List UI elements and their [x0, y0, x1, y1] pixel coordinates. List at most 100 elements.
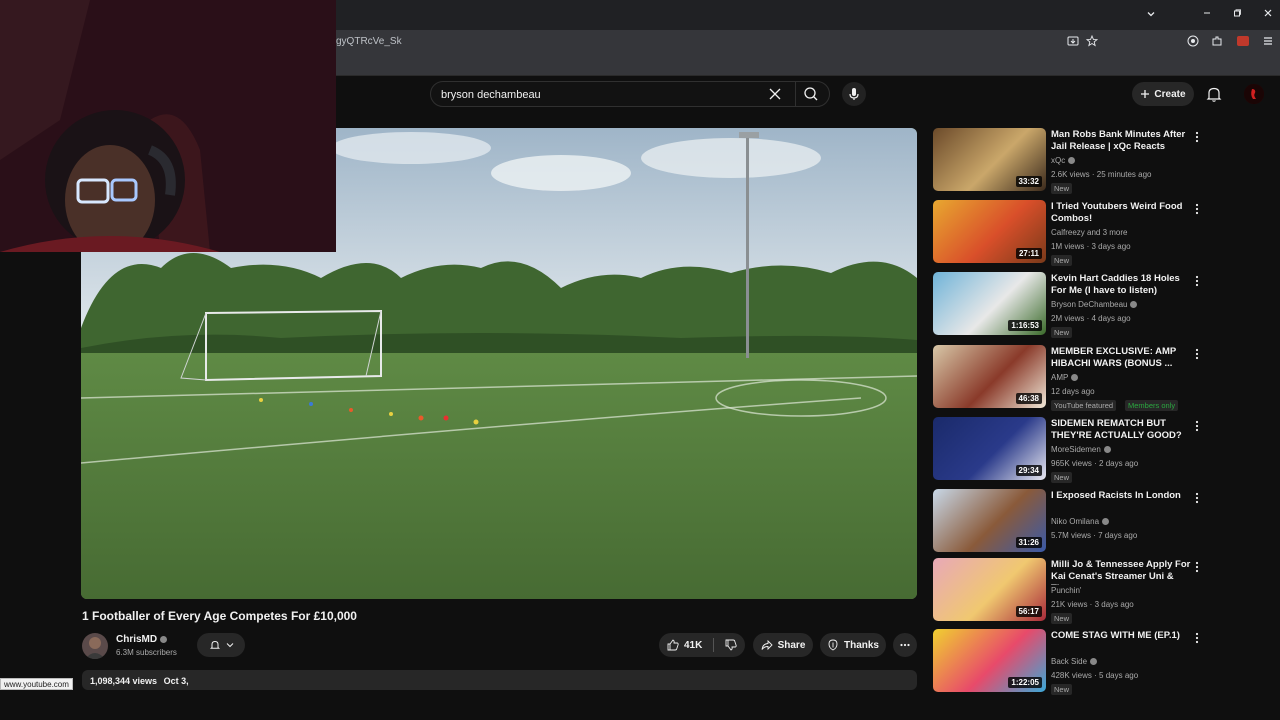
- recommendation-item[interactable]: 27:11 I Tried Youtubers Weird Food Combos…: [933, 200, 1213, 266]
- mic-icon[interactable]: [842, 82, 866, 106]
- recommendation-channel[interactable]: Niko Omilana: [1051, 517, 1110, 526]
- recommendation-badge: New: [1051, 684, 1073, 695]
- video-duration: 27:11: [1015, 248, 1042, 259]
- search-input[interactable]: [441, 87, 761, 103]
- video-thumbnail[interactable]: 1:16:53: [933, 272, 1046, 335]
- recommendation-channel[interactable]: xQc: [1051, 156, 1076, 165]
- share-label: Share: [777, 639, 806, 651]
- kebab-icon[interactable]: [1191, 202, 1203, 216]
- status-bar-url: www.youtube.com: [0, 678, 73, 690]
- kebab-icon[interactable]: [1191, 560, 1203, 574]
- video-duration: 1:22:05: [1008, 677, 1042, 688]
- minimize-icon[interactable]: [1197, 5, 1217, 23]
- video-thumbnail[interactable]: 46:38: [933, 345, 1046, 408]
- video-duration: 56:17: [1015, 606, 1042, 617]
- recommendation-channel[interactable]: Bryson DeChambeau: [1051, 300, 1138, 309]
- webcam-overlay: [0, 0, 336, 252]
- verified-icon: [1071, 374, 1079, 382]
- extensions-icon[interactable]: [1207, 34, 1227, 52]
- verified-icon: [1068, 157, 1076, 165]
- recommendation-title[interactable]: Milli Jo & Tennessee Apply For Kai Cenat…: [1051, 559, 1191, 585]
- video-thumbnail[interactable]: 29:34: [933, 417, 1046, 480]
- video-duration: 31:26: [1015, 537, 1042, 548]
- recommendation-title[interactable]: I Exposed Racists In London: [1051, 490, 1191, 502]
- video-thumbnail[interactable]: 27:11: [933, 200, 1046, 263]
- recommendation-item[interactable]: 1:16:53 Kevin Hart Caddies 18 Holes For M…: [933, 272, 1213, 338]
- recommendation-badge: YouTube featured: [1051, 400, 1117, 411]
- search-box[interactable]: [430, 81, 830, 107]
- extension-badge-icon[interactable]: [1233, 34, 1253, 52]
- recommendation-channel-name[interactable]: MoreSidemen: [1051, 445, 1101, 454]
- bookmark-star-icon[interactable]: [1082, 34, 1102, 52]
- bell-icon[interactable]: [1204, 84, 1224, 104]
- address-bar-url[interactable]: gyQTRcVe_Sk: [336, 36, 402, 47]
- close-window-icon[interactable]: [1258, 5, 1278, 23]
- video-duration: 46:38: [1015, 393, 1042, 404]
- bell-icon: [209, 640, 220, 649]
- close-icon[interactable]: [766, 85, 784, 103]
- recommendation-channel-name[interactable]: Niko Omilana: [1051, 517, 1099, 526]
- recommendation-channel-name[interactable]: xQc: [1051, 156, 1065, 165]
- recommendation-channel[interactable]: Calfreezy and 3 more: [1051, 228, 1127, 237]
- video-thumbnail[interactable]: 56:17: [933, 558, 1046, 621]
- search-icon[interactable]: [801, 85, 821, 103]
- recommendation-title[interactable]: COME STAG WITH ME (EP.1): [1051, 630, 1191, 642]
- kebab-icon[interactable]: [1191, 130, 1203, 144]
- more-actions-button[interactable]: [893, 633, 917, 657]
- subscribe-notifications-button[interactable]: [197, 633, 245, 657]
- recommendation-title[interactable]: Kevin Hart Caddies 18 Holes For Me (I ha…: [1051, 273, 1191, 297]
- recommendation-badge: New: [1051, 613, 1073, 624]
- like-count[interactable]: 41K: [684, 640, 702, 651]
- recommendation-views: 21K views · 3 days ago: [1051, 600, 1134, 609]
- share-button[interactable]: Share: [753, 633, 813, 657]
- channel-name[interactable]: ChrisMD: [116, 634, 168, 645]
- recommendation-item[interactable]: 29:34 SIDEMEN REMATCH BUT THEY'RE ACTUALL…: [933, 417, 1213, 483]
- recommendation-channel[interactable]: Back Side: [1051, 657, 1098, 666]
- video-thumbnail[interactable]: 33:32: [933, 128, 1046, 191]
- thumbs-down-icon[interactable]: [725, 639, 737, 651]
- recommendation-title[interactable]: I Tried Youtubers Weird Food Combos!: [1051, 201, 1191, 225]
- recommendation-channel[interactable]: AMP: [1051, 373, 1079, 382]
- recommendation-views: 12 days ago: [1051, 387, 1095, 396]
- kebab-icon[interactable]: [1191, 347, 1203, 361]
- profile-sync-icon[interactable]: [1183, 34, 1203, 52]
- kebab-icon[interactable]: [1191, 491, 1203, 505]
- tab-search-chevron-icon[interactable]: [1141, 6, 1161, 24]
- recommendation-channel-name[interactable]: AMP: [1051, 373, 1068, 382]
- video-thumbnail[interactable]: 1:22:05: [933, 629, 1046, 692]
- user-avatar[interactable]: [1244, 84, 1264, 104]
- chevron-down-icon: [226, 643, 233, 648]
- browser-menu-icon[interactable]: [1258, 34, 1278, 52]
- install-app-icon[interactable]: [1063, 34, 1083, 52]
- recommendation-title[interactable]: SIDEMEN REMATCH BUT THEY'RE ACTUALLY GOO…: [1051, 418, 1191, 442]
- recommendation-badge: New: [1051, 183, 1073, 194]
- restore-icon[interactable]: [1227, 5, 1247, 23]
- create-button[interactable]: Create: [1132, 82, 1194, 106]
- recommendation-channel-name[interactable]: Punchin': [1051, 586, 1081, 595]
- thanks-button[interactable]: Thanks: [820, 633, 886, 657]
- recommendation-channel[interactable]: MoreSidemen: [1051, 445, 1111, 454]
- recommendation-item[interactable]: 31:26 I Exposed Racists In London Niko Omi…: [933, 489, 1213, 555]
- recommendation-item[interactable]: 1:22:05 COME STAG WITH ME (EP.1) Back Side…: [933, 629, 1213, 695]
- recommendation-item[interactable]: 46:38 MEMBER EXCLUSIVE: AMP HIBACHI WARS …: [933, 345, 1213, 411]
- channel-avatar[interactable]: [82, 633, 108, 659]
- recommendation-item[interactable]: 33:32 Man Robs Bank Minutes After Jail Re…: [933, 128, 1213, 194]
- description-box[interactable]: 1,098,344 views Oct 3,: [82, 670, 917, 690]
- thanks-label: Thanks: [843, 639, 879, 651]
- recommendation-channel-name[interactable]: Bryson DeChambeau: [1051, 300, 1127, 309]
- recommendation-title[interactable]: MEMBER EXCLUSIVE: AMP HIBACHI WARS (BONU…: [1051, 346, 1191, 370]
- video-thumbnail[interactable]: 31:26: [933, 489, 1046, 552]
- thumbs-up-icon[interactable]: [667, 639, 679, 651]
- kebab-icon[interactable]: [1191, 419, 1203, 433]
- recommendation-title[interactable]: Man Robs Bank Minutes After Jail Release…: [1051, 129, 1191, 153]
- recommendation-channel[interactable]: Punchin': [1051, 586, 1081, 595]
- video-duration: 29:34: [1015, 465, 1042, 476]
- kebab-icon[interactable]: [1191, 274, 1203, 288]
- kebab-icon[interactable]: [1191, 631, 1203, 645]
- channel-name-text[interactable]: ChrisMD: [116, 634, 157, 645]
- recommendation-channel-name[interactable]: Back Side: [1051, 657, 1087, 666]
- recommendation-item[interactable]: 56:17 Milli Jo & Tennessee Apply For Kai …: [933, 558, 1213, 624]
- verified-icon: [1130, 301, 1138, 309]
- recommendation-badge: New: [1051, 327, 1073, 338]
- recommendation-channel-name[interactable]: Calfreezy and 3 more: [1051, 228, 1127, 237]
